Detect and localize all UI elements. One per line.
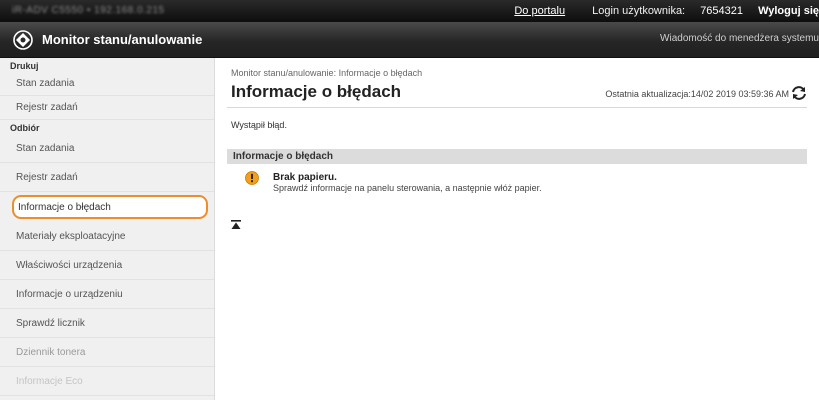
user-id: 7654321 [700,5,744,17]
status-text: Wystąpił błąd. [231,120,287,130]
refresh-icon[interactable] [791,85,807,101]
sidebar-item-device-info[interactable]: Informacje o urządzeniu [0,280,214,309]
sidebar-item-consumables[interactable]: Materiały eksploatacyjne [0,222,214,251]
sidebar-item-error-info[interactable]: Informacje o błędach [12,195,208,219]
sidebar: Drukuj Stan zadania Rejestr zadań Odbiór… [0,58,215,400]
sidebar-item-print-job-status[interactable]: Stan zadania [0,72,214,96]
sidebar-section-receive: Odbiór [10,123,40,133]
remote-ui-logo-icon [13,30,33,50]
sidebar-item-print-job-log[interactable]: Rejestr zadań [0,96,214,120]
title-divider [227,107,807,108]
breadcrumb: Monitor stanu/anulowanie: Informacje o b… [231,68,423,78]
device-name: iR-ADV C5550 • 192.168.0.215 [12,5,165,16]
portal-link[interactable]: Do portalu [514,5,565,17]
section-header: Informacje o błędach [227,149,807,164]
message-to-admin-link[interactable]: Wiadomość do menedżera systemu [660,33,819,44]
sidebar-item-receive-job-status[interactable]: Stan zadania [0,134,214,163]
title-bar: Monitor stanu/anulowanie Wiadomość do me… [0,22,819,58]
logout-link[interactable]: Wyloguj się [758,5,819,17]
top-bar: iR-ADV C5550 • 192.168.0.215 Do portalu … [0,0,819,22]
last-update: Ostatnia aktualizacja:14/02 2019 03:59:3… [605,89,789,99]
sidebar-item-eco-info[interactable]: Informacje Eco [0,367,214,396]
back-to-top-icon[interactable] [231,220,243,230]
sidebar-item-device-features[interactable]: Właściwości urządzenia [0,251,214,280]
main-content: Monitor stanu/anulowanie: Informacje o b… [215,58,819,400]
sidebar-item-toner-log[interactable]: Dziennik tonera [0,338,214,367]
app-title: Monitor stanu/anulowanie [42,32,203,47]
page-title: Informacje o błędach [231,82,402,101]
sidebar-item-check-counter[interactable]: Sprawdź licznik [0,309,214,338]
top-links: Do portalu Login użytkownika: 7654321 Wy… [502,5,819,17]
sidebar-section-print: Drukuj [10,61,39,71]
error-title: Brak papieru. [273,172,337,183]
login-label-text: Login użytkownika: [592,5,686,17]
sidebar-item-receive-job-log[interactable]: Rejestr zadań [0,163,214,192]
warning-icon [245,171,259,185]
login-label: Login użytkownika: 7654321 [580,5,743,17]
error-description: Sprawdź informacje na panelu sterowania,… [273,183,542,193]
